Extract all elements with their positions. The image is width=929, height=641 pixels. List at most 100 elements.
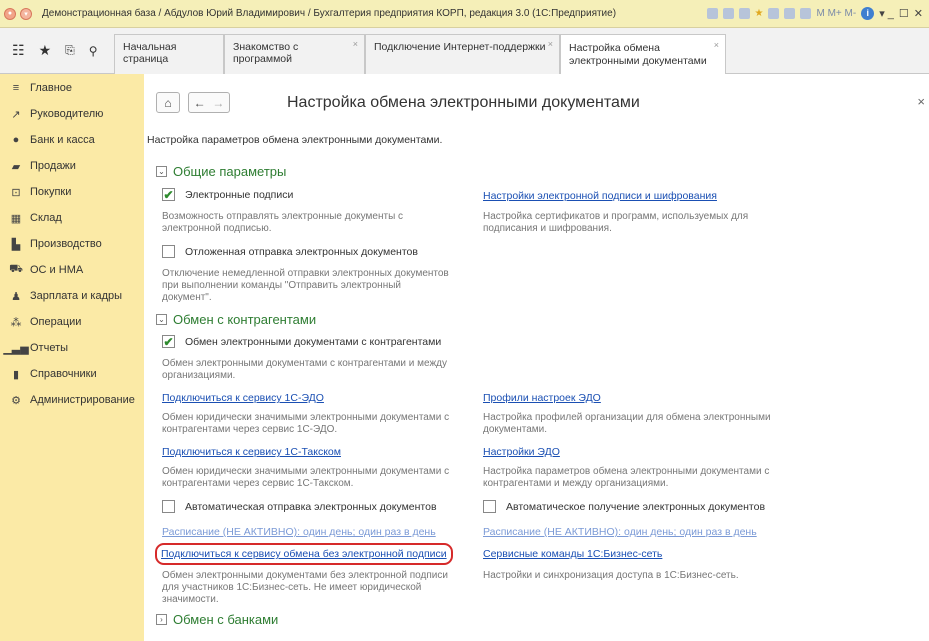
close-window-icon[interactable]: ✕ xyxy=(914,7,923,20)
esign-checkbox-row[interactable]: ✔ Электронные подписи xyxy=(162,188,294,202)
esign-settings-link[interactable]: Настройки электронной подписи и шифрован… xyxy=(483,190,717,202)
tab-intro[interactable]: Знакомство с программой × xyxy=(224,34,365,74)
tabbar-tools: ☷ ★ ⎘ ⚲ xyxy=(12,42,98,59)
edo-connect-link[interactable]: Подключиться к сервису 1С-ЭДО xyxy=(162,392,324,404)
sidebar-item-label: Зарплата и кадры xyxy=(30,290,123,302)
tab-close-icon[interactable]: × xyxy=(548,39,553,49)
business-network-link[interactable]: Сервисные команды 1С:Бизнес-сеть xyxy=(483,548,662,560)
edo-profiles-link[interactable]: Профили настроек ЭДО xyxy=(483,392,601,404)
favorites-star-icon[interactable]: ★ xyxy=(755,8,764,19)
home-button[interactable]: ⌂ xyxy=(156,92,180,113)
toolbar-print-icon[interactable] xyxy=(722,8,734,19)
cart-icon: ⊡ xyxy=(11,186,21,199)
sidebar-item-manager[interactable]: ↗ Руководителю xyxy=(10,108,103,121)
exchange-checkbox-row[interactable]: ✔ Обмен электронными документами с контр… xyxy=(162,335,441,349)
edo-connect-note: Обмен юридически значимыми электронными … xyxy=(162,412,450,435)
auto-receive-checkbox[interactable] xyxy=(483,500,496,513)
tab-home[interactable]: Начальная страница xyxy=(114,34,224,74)
business-network-note: Настройки и синхронизация доступа в 1С:Б… xyxy=(483,570,739,581)
edo-settings-link[interactable]: Настройки ЭДО xyxy=(483,446,560,458)
maximize-icon[interactable]: ☐ xyxy=(899,7,909,20)
sidebar-item-assets[interactable]: ⛟ ОС и НМА xyxy=(9,263,83,276)
nosign-note: Обмен электронными документами без элект… xyxy=(162,570,448,605)
page-title: Настройка обмена электронными документам… xyxy=(287,94,640,111)
sidebar-item-label: Справочники xyxy=(30,368,97,380)
favorites-icon[interactable]: ★ xyxy=(39,42,52,59)
search-icon[interactable]: ⚲ xyxy=(89,44,98,58)
sidebar-item-label: Производство xyxy=(30,238,102,250)
section-banks[interactable]: › Обмен с банками xyxy=(156,612,278,627)
person-icon: ♟ xyxy=(11,290,21,303)
menu-icon: ≡ xyxy=(12,82,20,94)
bar-chart-icon: ▁▃▅ xyxy=(3,342,29,355)
exchange-note: Обмен электронными документами с контраг… xyxy=(162,358,448,381)
nav-back-forward[interactable]: ← → xyxy=(188,92,230,113)
expand-icon[interactable]: › xyxy=(156,614,167,625)
auto-send-checkbox[interactable] xyxy=(162,500,175,513)
coin-icon: ● xyxy=(12,134,20,146)
bag-icon: ▰ xyxy=(11,160,21,173)
esign-checkbox[interactable]: ✔ xyxy=(162,188,175,202)
sidebar-item-admin[interactable]: ⚙ Администрирование xyxy=(10,394,135,407)
esign-settings-note: Настройка сертификатов и программ, испол… xyxy=(483,211,749,234)
exchange-checkbox[interactable]: ✔ xyxy=(162,335,175,349)
dropdown-icon[interactable]: ▾ xyxy=(20,7,32,20)
history-icon[interactable]: ⎘ xyxy=(65,43,75,58)
apps-grid-icon[interactable]: ☷ xyxy=(12,42,25,59)
sidebar-item-operations[interactable]: ⁂ Операции xyxy=(10,316,82,329)
collapse-icon[interactable]: ⌄ xyxy=(156,314,167,325)
tab-close-icon[interactable]: × xyxy=(353,39,358,49)
sidebar-item-purchases[interactable]: ⊡ Покупки xyxy=(10,186,71,199)
toolbar-preview-icon[interactable] xyxy=(738,8,750,19)
checkbox-label: Электронные подписи xyxy=(185,188,294,201)
auto-receive-checkbox-row[interactable]: Автоматическое получение электронных док… xyxy=(483,500,765,513)
tab-close-icon[interactable]: × xyxy=(714,39,719,52)
sidebar-item-warehouse[interactable]: ▦ Склад xyxy=(10,212,62,225)
toolbar-save-icon[interactable] xyxy=(706,8,718,19)
taxcom-connect-note: Обмен юридически значимыми электронными … xyxy=(162,466,450,489)
toolbar-calculator-icon[interactable] xyxy=(800,8,812,19)
factory-icon: ▙ xyxy=(11,238,21,251)
app-menu-icon[interactable]: ● xyxy=(4,7,16,20)
nosign-connect-link[interactable]: Подключиться к сервису обмена без электр… xyxy=(155,543,453,565)
deferred-checkbox-row[interactable]: Отложенная отправка электронных документ… xyxy=(162,245,418,258)
section-title: Обмен с контрагентами xyxy=(173,312,317,327)
auto-send-schedule-link[interactable]: Расписание (НЕ АКТИВНО): один день; один… xyxy=(162,526,436,538)
sidebar-item-catalogs[interactable]: ▮ Справочники xyxy=(10,368,97,381)
tab-internet-support[interactable]: Подключение Интернет-поддержки × xyxy=(365,34,560,74)
collapse-icon[interactable]: ⌄ xyxy=(156,166,167,177)
window-titlebar: ● ▾ Демонстрационная база / Абдулов Юрий… xyxy=(0,0,929,28)
main-panel: ⌂ ← → Настройка обмена электронными доку… xyxy=(144,74,929,641)
forward-arrow-icon[interactable]: → xyxy=(212,96,224,110)
taxcom-connect-link[interactable]: Подключиться к сервису 1С-Такском xyxy=(162,446,341,458)
section-general[interactable]: ⌄ Общие параметры xyxy=(156,164,286,179)
sidebar-item-bank[interactable]: ● Банк и касса xyxy=(10,134,95,146)
tab-edo-settings[interactable]: Настройка обмена электронными документам… xyxy=(560,34,726,75)
deferred-checkbox[interactable] xyxy=(162,245,175,258)
home-icon: ⌂ xyxy=(164,95,172,110)
close-form-icon[interactable]: × xyxy=(917,94,925,109)
warehouse-icon: ▦ xyxy=(10,212,22,225)
tab-label: Подключение Интернет-поддержки xyxy=(374,41,546,53)
auto-receive-schedule-link[interactable]: Расписание (НЕ АКТИВНО): один день; один… xyxy=(483,526,757,538)
truck-icon: ⛟ xyxy=(9,263,23,275)
sidebar-item-sales[interactable]: ▰ Продажи xyxy=(10,160,76,173)
back-arrow-icon[interactable]: ← xyxy=(194,96,206,110)
tab-bar: ☷ ★ ⎘ ⚲ Начальная страница Знакомство с … xyxy=(0,28,929,75)
info-icon[interactable]: i xyxy=(861,7,875,20)
minimize-icon[interactable]: ▾ _ xyxy=(879,7,894,20)
sidebar-item-salary[interactable]: ♟ Зарплата и кадры xyxy=(10,290,123,303)
sidebar-item-label: Банк и касса xyxy=(30,134,95,146)
sidebar-item-label: Склад xyxy=(30,212,62,224)
checkbox-label: Автоматическая отправка электронных доку… xyxy=(185,500,437,513)
sidebar-item-production[interactable]: ▙ Производство xyxy=(10,238,102,251)
tab-label: Знакомство с программой xyxy=(233,41,299,65)
auto-send-checkbox-row[interactable]: Автоматическая отправка электронных доку… xyxy=(162,500,437,513)
memory-buttons[interactable]: M M+ M- xyxy=(816,8,856,19)
section-counterparties[interactable]: ⌄ Обмен с контрагентами xyxy=(156,312,316,327)
toolbar-calendar-icon[interactable] xyxy=(784,8,796,19)
checkbox-label: Автоматическое получение электронных док… xyxy=(506,500,766,513)
sidebar-item-reports[interactable]: ▁▃▅ Отчеты xyxy=(3,342,68,355)
toolbar-history-icon[interactable] xyxy=(768,8,780,19)
sidebar-item-main[interactable]: ≡ Главное xyxy=(10,82,72,94)
